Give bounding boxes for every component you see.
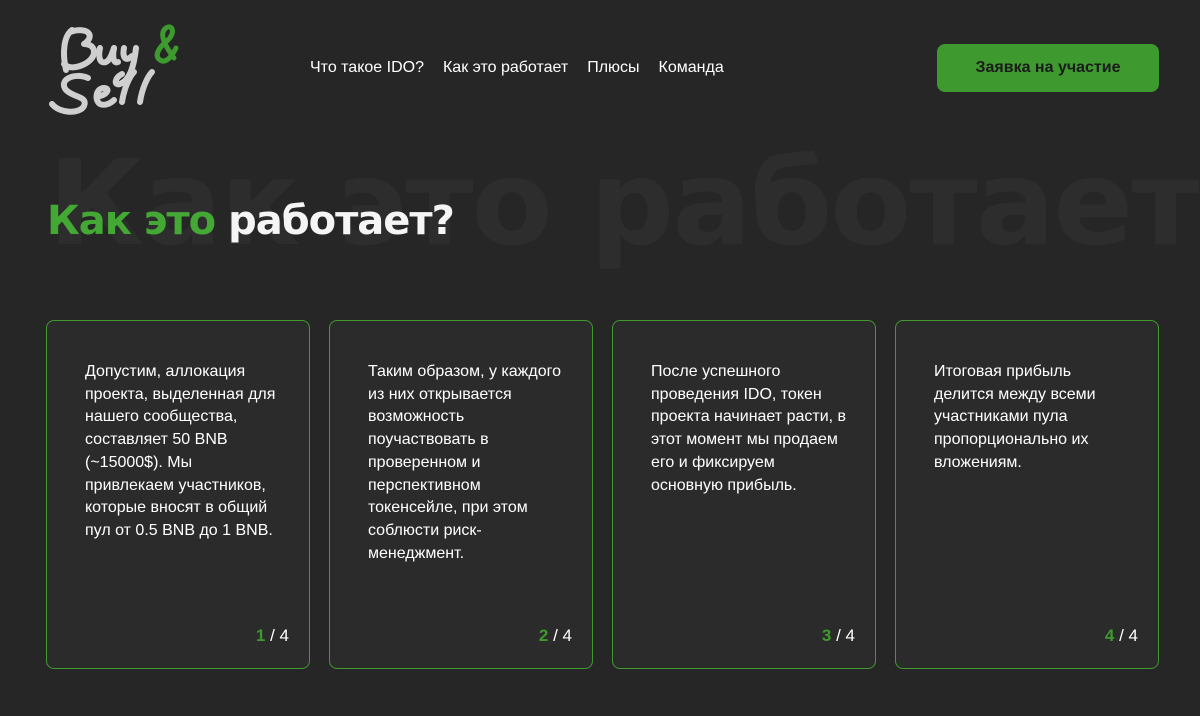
- step-counter: 4 / 4: [1105, 626, 1138, 646]
- section-title: Как это работает?: [47, 196, 455, 246]
- step-card-2: Таким образом, у каждого из них открывае…: [329, 320, 593, 669]
- step-counter: 3 / 4: [822, 626, 855, 646]
- buy-and-sell-logo[interactable]: [44, 18, 180, 118]
- step-card-4: Итоговая прибыль делится между всеми уча…: [895, 320, 1159, 669]
- step-number: 4: [1104, 626, 1115, 645]
- steps-cards: Допустим, аллокация проекта, выделенная …: [46, 320, 1159, 669]
- main-nav: Что такое IDO? Как это работает Плюсы Ко…: [310, 57, 724, 79]
- step-separator: /: [548, 626, 563, 645]
- nav-link-advantages[interactable]: Плюсы: [587, 57, 639, 79]
- step-card-text: Итоговая прибыль делится между всеми уча…: [934, 363, 1096, 471]
- section-title-rest: работает?: [228, 198, 455, 244]
- step-number: 1: [255, 626, 266, 645]
- step-number: 2: [538, 626, 549, 645]
- step-card-1: Допустим, аллокация проекта, выделенная …: [46, 320, 310, 669]
- step-counter: 1 / 4: [256, 626, 289, 646]
- step-card-3: После успешного проведения IDO, токен пр…: [612, 320, 876, 669]
- logo-icon: [49, 24, 179, 115]
- step-separator: /: [265, 626, 280, 645]
- apply-button[interactable]: Заявка на участие: [937, 44, 1159, 92]
- nav-link-how-it-works[interactable]: Как это работает: [443, 57, 568, 79]
- step-card-text: Допустим, аллокация проекта, выделенная …: [85, 363, 276, 539]
- nav-link-team[interactable]: Команда: [659, 57, 724, 79]
- step-number: 3: [821, 626, 832, 645]
- nav-link-what-is-ido[interactable]: Что такое IDO?: [310, 57, 424, 79]
- section-title-accent: Как это: [47, 198, 216, 244]
- step-total: 4: [845, 626, 855, 645]
- step-separator: /: [831, 626, 846, 645]
- page: Что такое IDO? Как это работает Плюсы Ко…: [0, 0, 1200, 716]
- step-card-text: После успешного проведения IDO, токен пр…: [651, 363, 847, 494]
- step-total: 4: [1128, 626, 1138, 645]
- step-separator: /: [1114, 626, 1129, 645]
- step-total: 4: [562, 626, 572, 645]
- step-counter: 2 / 4: [539, 626, 572, 646]
- step-card-text: Таким образом, у каждого из них открывае…: [368, 363, 561, 562]
- step-total: 4: [279, 626, 289, 645]
